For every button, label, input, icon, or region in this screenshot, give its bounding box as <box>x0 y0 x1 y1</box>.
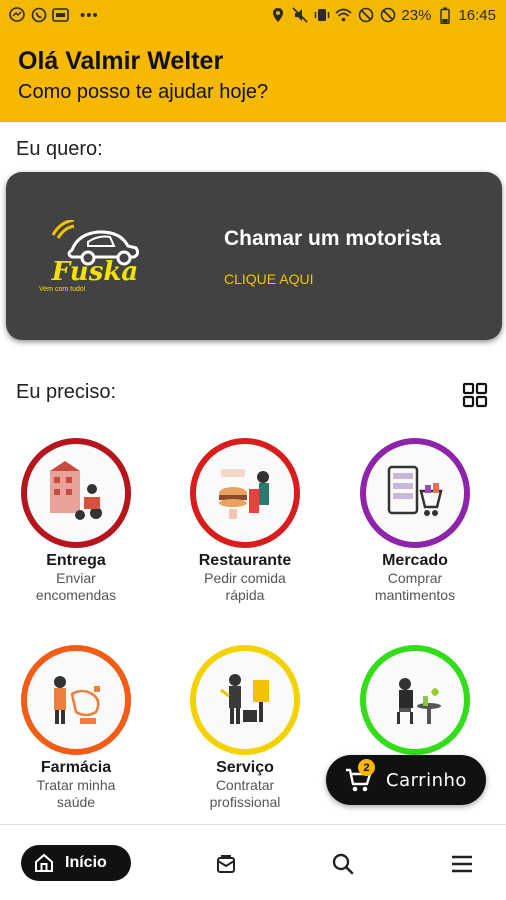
logo-wordmark: Fuska <box>51 257 138 287</box>
logo-tagline: Vem com tudo! <box>39 286 86 293</box>
greeting-header: Olá Valmir Welter Como posso te ajudar h… <box>0 30 506 122</box>
grid-view-icon[interactable] <box>460 380 490 410</box>
greeting-title: Olá Valmir Welter <box>18 47 224 75</box>
clock: 16:45 <box>458 6 496 24</box>
service-subtitle: profissional <box>209 794 281 810</box>
service-market[interactable]: Mercado Comprar mantimentos <box>340 438 490 604</box>
cart-button[interactable]: 2 Carrinho <box>326 755 486 805</box>
professional-illustration <box>190 645 300 755</box>
mute-icon <box>291 7 308 24</box>
call-driver-card[interactable]: Fuska Vem com tudo! Chamar um motorista … <box>6 172 502 340</box>
vibrate-icon <box>313 7 330 24</box>
fuska-logo: Fuska Vem com tudo! <box>36 218 154 294</box>
service-pharmacy[interactable]: Farmácia Tratar minha saúde <box>1 645 151 811</box>
service-subtitle: rápida <box>225 587 265 603</box>
service-title: Farmácia <box>40 759 112 776</box>
restaurant-illustration <box>190 438 300 548</box>
more-dots-icon: ••• <box>80 6 99 24</box>
service-other[interactable] <box>340 645 490 758</box>
whatsapp-icon <box>30 7 47 24</box>
status-bar-right: 23% 16:45 <box>269 7 496 24</box>
service-title: Restaurante <box>198 552 292 569</box>
service-subtitle: Tratar minha <box>36 777 116 793</box>
click-here-link[interactable]: CLIQUE AQUI <box>224 271 313 287</box>
nav-search-icon[interactable] <box>330 851 356 877</box>
service-subtitle: Enviar <box>56 570 96 586</box>
location-icon <box>269 7 286 24</box>
nav-bag-icon[interactable] <box>213 851 239 877</box>
home-icon <box>33 852 55 874</box>
service-subtitle: saúde <box>56 794 96 810</box>
service-restaurant[interactable]: Restaurante Pedir comida rápida <box>170 438 320 604</box>
service-subtitle: Pedir comida <box>204 570 286 586</box>
other-service-illustration <box>360 645 470 755</box>
call-driver-title: Chamar um motorista <box>224 227 442 250</box>
messenger-icon <box>8 7 25 24</box>
no-sim-icon <box>379 7 396 24</box>
battery-percent: 23% <box>401 6 432 24</box>
service-professional[interactable]: Serviço Contratar profissional <box>170 645 320 811</box>
cart-icon: 2 <box>344 759 375 794</box>
do-not-disturb-icon <box>357 7 374 24</box>
service-delivery[interactable]: Entrega Enviar encomendas <box>1 438 151 604</box>
service-title: Serviço <box>216 759 274 776</box>
bottom-navigation: Início <box>0 824 506 900</box>
battery-icon <box>436 7 453 24</box>
nav-home-button[interactable]: Início <box>21 845 131 881</box>
service-subtitle: Comprar <box>387 570 443 586</box>
service-subtitle: mantimentos <box>374 587 456 603</box>
delivery-illustration <box>21 438 131 548</box>
market-illustration <box>360 438 470 548</box>
app-icon <box>52 7 69 24</box>
status-bar: ••• 23% 16:45 <box>0 0 506 30</box>
status-bar-left: ••• <box>8 7 99 24</box>
wifi-icon <box>335 7 353 24</box>
section-want-label: Eu quero: <box>16 138 103 160</box>
cart-count-badge: 2 <box>358 759 375 776</box>
greeting-subtitle: Como posso te ajudar hoje? <box>18 81 269 103</box>
cart-label: Carrinho <box>386 769 467 791</box>
section-need-label: Eu preciso: <box>16 381 117 403</box>
nav-menu-icon[interactable] <box>449 851 475 877</box>
service-title: Entrega <box>46 552 106 569</box>
service-title: Mercado <box>382 552 448 569</box>
nav-home-label: Início <box>65 854 107 871</box>
pharmacy-illustration <box>21 645 131 755</box>
service-subtitle: encomendas <box>35 587 117 603</box>
service-subtitle: Contratar <box>215 777 275 793</box>
